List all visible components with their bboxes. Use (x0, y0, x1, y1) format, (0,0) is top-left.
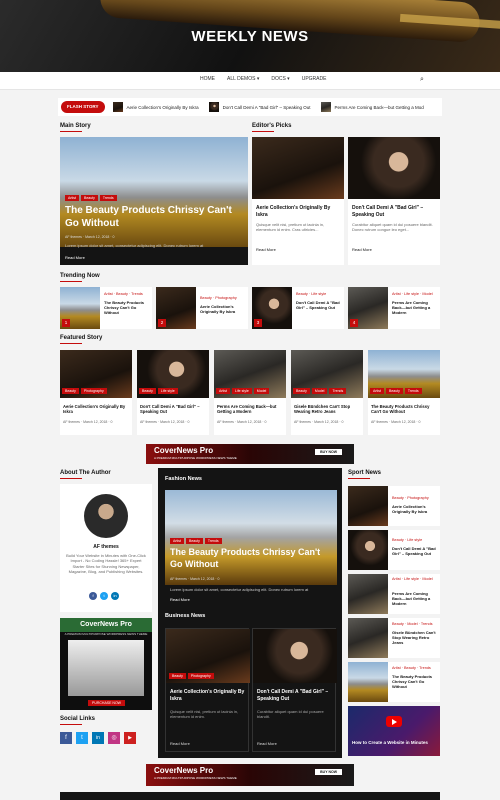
sport-item[interactable]: Beauty · Model · Trends Gisele Bündchen … (348, 618, 440, 658)
twitter-icon[interactable]: t (100, 592, 108, 600)
video-embed[interactable]: How to Create a Website in Minutes (348, 706, 440, 756)
read-more-link[interactable]: Read More (352, 247, 372, 252)
read-more-link[interactable]: Read More (170, 597, 190, 602)
site-header: WEEKLY NEWS (0, 0, 500, 72)
twitter-icon[interactable]: t (76, 732, 88, 744)
main-story-meta: AF themes · March 12, 2018 · 0 (65, 235, 115, 239)
nav-home[interactable]: HOME (200, 76, 215, 82)
flash-story-label: FLASH STORY (61, 101, 105, 113)
search-icon[interactable]: ⌕ (420, 76, 428, 84)
editor-pick-card[interactable]: Aerie Collection's Originally By Iskra Q… (252, 137, 344, 265)
editor-pick-card[interactable]: Don't Call Demi A "Bad Girl" – Speaking … (348, 137, 440, 265)
sport-item[interactable]: Beauty · Photography Aerie Collection's … (348, 486, 440, 526)
flash-item[interactable]: Perms Are Coming Back—but Getting a Mod (320, 102, 424, 112)
read-more-link[interactable]: Read More (256, 247, 276, 252)
linkedin-icon[interactable]: in (92, 732, 104, 744)
main-story-heading: Main Story (60, 123, 91, 132)
flash-item[interactable]: Aerie Collection's Originally By Iskra (112, 102, 199, 112)
read-more-link[interactable]: Read More (65, 255, 85, 260)
footer (60, 792, 440, 800)
trending-heading: Trending Now (60, 273, 100, 282)
buy-now-button[interactable]: BUY NOW (315, 449, 342, 455)
fashion-heading: Fashion News (165, 476, 202, 482)
business-card[interactable]: Don't Call Demi A "Bad Girl" – Speaking … (252, 628, 337, 752)
sport-item[interactable]: Artist · Life style · Model Perms Are Co… (348, 574, 440, 614)
featured-card[interactable]: Artist Beauty Trends The Beauty Products C… (368, 350, 440, 435)
read-more-link[interactable]: Read More (257, 741, 277, 746)
social-heading: Social Links (60, 716, 95, 725)
buy-now-button[interactable]: BUY NOW (315, 769, 342, 775)
sport-item[interactable]: Artist · Beauty · Trends The Beauty Prod… (348, 662, 440, 702)
nav-all-demos[interactable]: ALL DEMOS ▾ (227, 76, 259, 82)
site-title[interactable]: WEEKLY NEWS (0, 28, 500, 45)
sport-heading: Sport News (348, 470, 381, 479)
featured-card[interactable]: Beauty Photography Aerie Collection's Ori… (60, 350, 132, 435)
business-card[interactable]: Beauty Photography Aerie Collection's Ori… (165, 628, 250, 752)
nav-docs[interactable]: DOCS ▾ (271, 76, 289, 82)
trending-item[interactable]: 1 Artist · Beauty · Trends The Beauty Pr… (60, 287, 152, 329)
flash-item[interactable]: Don't Call Demi A "Bad Girl" – Speaking … (208, 102, 311, 112)
fashion-card[interactable]: Artist Beauty Trends The Beauty Products C… (165, 490, 337, 605)
purchase-now-button[interactable]: PURCHASE NOW (88, 700, 125, 706)
main-story-title[interactable]: The Beauty Products Chrissy Can't Go Wit… (65, 204, 245, 230)
featured-heading: Featured Story (60, 335, 102, 344)
sport-item[interactable]: Beauty · Life style Don't Call Demi A "B… (348, 530, 440, 570)
linkedin-icon[interactable]: in (111, 592, 119, 600)
editors-picks-heading: Editor's Picks (252, 123, 291, 132)
featured-card[interactable]: Artist Life style Model Perms Are Coming B… (214, 350, 286, 435)
main-story-card[interactable]: Artist Beauty Trends The Beauty Products… (60, 137, 248, 265)
featured-card[interactable]: Beauty Model Trends Gisele Bündchen Can't … (291, 350, 363, 435)
ad-banner-bottom[interactable]: CoverNews Pro A PREMIUM MULTIPURPOSE WOR… (146, 764, 354, 786)
about-heading: About The Author (60, 470, 111, 479)
main-navigation: HOME ALL DEMOS ▾ DOCS ▾ UPGRADE ⌕ (0, 72, 500, 90)
flash-story-ticker: FLASH STORY Aerie Collection's Originall… (58, 98, 442, 116)
main-story-image[interactable] (60, 137, 248, 247)
facebook-icon[interactable]: f (60, 732, 72, 744)
trending-item[interactable]: 3 Beauty · Life style Don't Call Demi A … (252, 287, 344, 329)
author-avatar (84, 494, 128, 538)
business-heading: Business News (165, 613, 206, 619)
youtube-icon[interactable]: ▶ (124, 732, 136, 744)
facebook-icon[interactable]: f (89, 592, 97, 600)
instagram-icon[interactable]: ◎ (108, 732, 120, 744)
trending-item[interactable]: 2 Beauty · Photography Aerie Collection'… (156, 287, 248, 329)
fashion-title: The Beauty Products Chrissy Can't Go Wit… (170, 547, 321, 569)
author-card: AF themes Build Your Website in Minutes … (60, 484, 152, 612)
ad-banner[interactable]: CoverNews Pro A PREMIUM MULTIPURPOSE WOR… (146, 444, 354, 464)
featured-card[interactable]: Beauty Life style Don't Call Demi A "Bad … (137, 350, 209, 435)
read-more-link[interactable]: Read More (170, 741, 190, 746)
side-ad[interactable]: CoverNews Pro A PREMIUM MULTIPURPOSE WOR… (60, 618, 152, 710)
nav-upgrade[interactable]: UPGRADE (302, 76, 327, 82)
trending-item[interactable]: 4 Artist · Life style · Model Perms Are … (348, 287, 440, 329)
